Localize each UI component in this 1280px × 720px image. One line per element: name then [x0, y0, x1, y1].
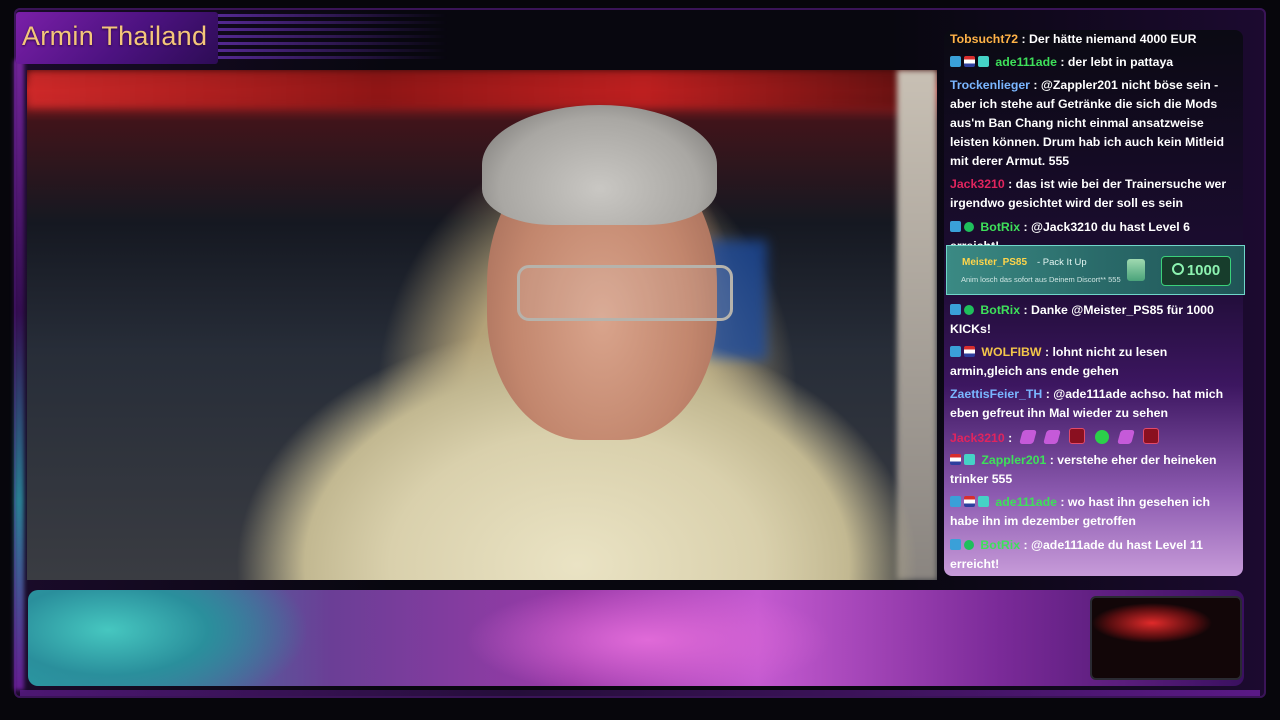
gift-note: Anim losch das sofort aus Deinem Discort…	[961, 275, 1121, 284]
subscriber-badge-icon	[950, 304, 961, 315]
kicks-gift-card[interactable]: Meister_PS85 - Pack It Up Anim losch das…	[946, 245, 1245, 295]
gift-amount: 1000	[1186, 262, 1221, 279]
emote-icon	[1068, 428, 1085, 444]
chat-message: BotRix : @ade111ade du hast Level 11 err…	[950, 536, 1239, 574]
gifter-badge-icon	[978, 496, 989, 507]
chat-username[interactable]: WOLFIBW	[981, 345, 1041, 359]
chat-message: ade111ade : wo hast ihn gesehen ich habe…	[950, 493, 1239, 531]
emote-icon	[1042, 430, 1061, 444]
chat-text: : Der hätte niemand 4000 EUR	[1021, 32, 1197, 46]
chat-username[interactable]: Zappler201	[981, 453, 1046, 467]
chat-message: Tobsucht72 : Der hätte niemand 4000 EUR	[950, 30, 1239, 49]
gifter-badge-icon	[978, 56, 989, 67]
chat-message: BotRix : Danke @Meister_PS85 für 1000 KI…	[950, 301, 1239, 339]
gift-box-icon	[1127, 259, 1145, 281]
thai-flag-icon	[964, 346, 975, 357]
chat-message: Trockenlieger : @Zappler201 nicht böse s…	[950, 76, 1239, 171]
emote-icon	[1116, 430, 1135, 444]
chat-message: Jack3210 :	[950, 428, 1239, 448]
streamer-hair	[482, 105, 717, 225]
chat-text: : wo hast ihn gesehen ich habe ihn im de…	[950, 495, 1211, 528]
verified-bot-icon	[964, 222, 974, 232]
gift-title: - Pack It Up	[1037, 257, 1087, 268]
stream-title: Armin Thailand	[22, 21, 208, 51]
emote-icon	[1018, 430, 1037, 444]
thai-flag-icon	[950, 454, 961, 465]
emote-icon	[1094, 430, 1109, 444]
chat-message: ade111ade : der lebt in pattaya	[950, 53, 1239, 72]
kick-coin-icon	[1171, 263, 1184, 275]
chat-username[interactable]: ade111ade	[995, 55, 1057, 69]
chat-username[interactable]: BotRix	[980, 220, 1020, 234]
subscriber-badge-icon	[950, 221, 961, 232]
chat-username[interactable]: BotRix	[980, 538, 1020, 552]
chat-panel[interactable]: Tobsucht72 : Der hätte niemand 4000 EUR …	[944, 30, 1243, 576]
subscriber-badge-icon	[950, 346, 961, 357]
chat-username[interactable]: Trockenlieger	[950, 78, 1030, 92]
chat-username[interactable]: ZaettisFeier_TH	[950, 387, 1042, 401]
chat-message: Jack3210 : das ist wie bei der Trainersu…	[950, 175, 1239, 213]
chat-username[interactable]: Jack3210	[950, 177, 1005, 191]
subscriber-badge-icon	[950, 56, 961, 67]
chat-message: WOLFIBW : lohnt nicht zu lesen armin,gle…	[950, 343, 1239, 381]
frame-glow-bottom	[20, 690, 1260, 696]
streamer-glasses	[517, 265, 733, 321]
secondary-camera-preview	[1090, 596, 1242, 680]
chat-username[interactable]: BotRix	[980, 303, 1020, 317]
thai-flag-icon	[964, 56, 975, 67]
chat-username[interactable]: Jack3210	[950, 431, 1005, 445]
gift-amount-badge: 1000	[1161, 256, 1231, 286]
webcam-video[interactable]	[27, 70, 937, 580]
chat-text: :	[1008, 431, 1013, 445]
chat-message: Zappler201 : verstehe eher der heineken …	[950, 451, 1239, 489]
verified-bot-icon	[964, 305, 974, 315]
verified-bot-icon	[964, 540, 974, 550]
decorative-stripes	[218, 14, 448, 60]
chat-text: : der lebt in pattaya	[1060, 55, 1174, 69]
emote-icon	[1142, 428, 1159, 444]
lower-banner	[28, 590, 1244, 686]
chat-username[interactable]: ade111ade	[995, 495, 1057, 509]
gift-username[interactable]: Meister_PS85	[962, 257, 1027, 268]
gifter-badge-icon	[964, 454, 975, 465]
thai-flag-icon	[964, 496, 975, 507]
subscriber-badge-icon	[950, 539, 961, 550]
background-red-light	[27, 70, 907, 108]
frame-glow-left	[14, 60, 24, 690]
chat-username[interactable]: Tobsucht72	[950, 32, 1018, 46]
subscriber-badge-icon	[950, 496, 961, 507]
chat-message: ZaettisFeier_TH : @ade111ade achso. hat …	[950, 385, 1239, 423]
